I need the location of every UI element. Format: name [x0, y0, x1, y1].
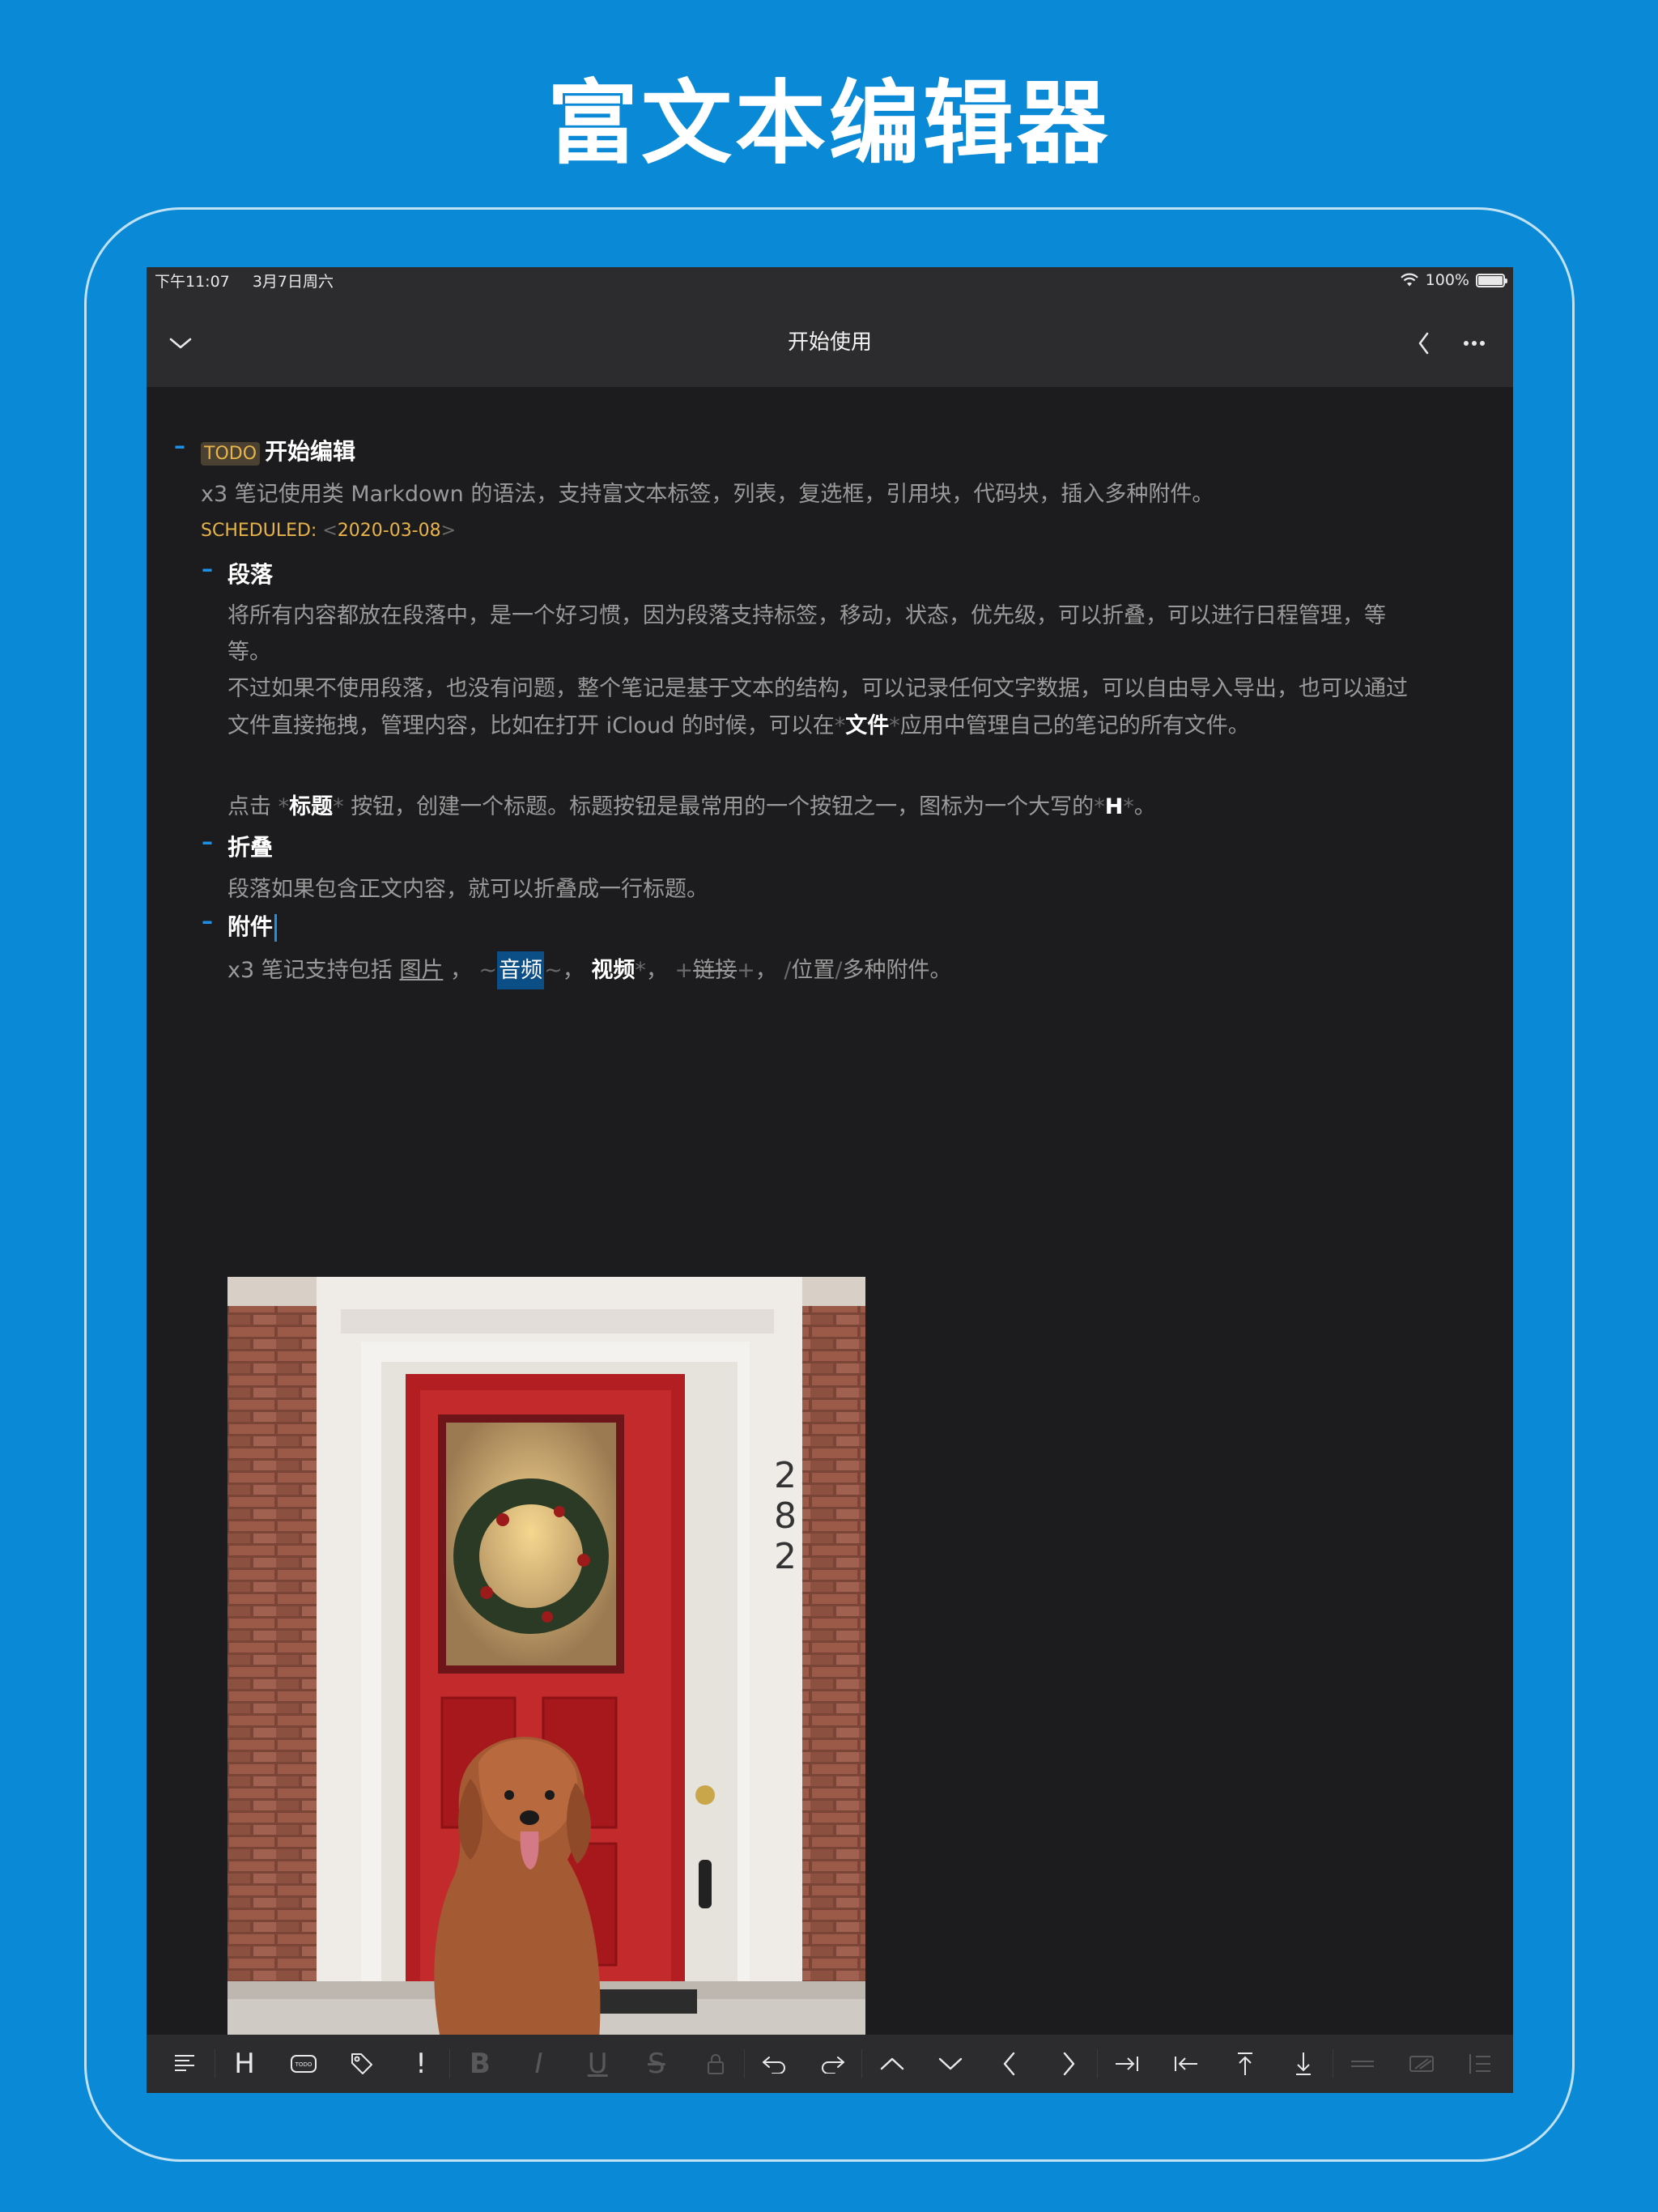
bold-button[interactable]: B — [450, 2035, 509, 2093]
svg-text:2: 2 — [774, 1455, 797, 1496]
undo-button[interactable] — [745, 2035, 804, 2093]
tag-icon — [351, 2053, 373, 2074]
chevron-down-icon — [939, 2057, 963, 2070]
list-icon — [1469, 2054, 1491, 2074]
arrow-to-top-icon — [1237, 2052, 1252, 2075]
attachments-line: x3 笔记支持包括 图片 ， ~音频~， 视频*， +链接+， /位置/多种附件… — [227, 951, 952, 989]
todo-button[interactable]: TODO — [274, 2035, 333, 2093]
redo-button[interactable] — [804, 2035, 863, 2093]
image-link[interactable]: 图片 — [399, 958, 443, 983]
lock-icon — [707, 2054, 724, 2074]
app-screen: 下午11:07 3月7日周六 100% 开始使用 – TODO 开始编辑 x3 … — [147, 267, 1513, 2093]
heading-icon: H — [234, 2048, 255, 2080]
redo-icon — [821, 2057, 844, 2074]
scheduled-date[interactable]: 2020-03-08 — [338, 521, 441, 541]
strikethrough-icon: S — [648, 2048, 665, 2080]
todo-icon: TODO — [290, 2055, 317, 2073]
nav-bar: 开始使用 — [147, 293, 1513, 387]
chevron-left-icon — [1003, 2052, 1015, 2076]
chevron-down-icon — [169, 338, 192, 349]
chevron-left-icon — [1418, 332, 1429, 355]
tag-button[interactable] — [333, 2035, 392, 2093]
move-bottom-button[interactable] — [1274, 2035, 1333, 2093]
indent-icon — [1116, 2057, 1139, 2071]
wifi-icon — [1400, 273, 1418, 287]
more-icon — [1464, 341, 1485, 346]
paragraph-line: 点击 *标题* 按钮，创建一个标题。标题按钮是最常用的一个按钮之一，图标为一个大… — [227, 794, 1156, 819]
heading-attachments[interactable]: 附件 — [227, 909, 278, 942]
strike-link: 链接 — [693, 958, 738, 983]
chevron-up-icon — [880, 2057, 903, 2070]
outdent-icon — [1175, 2057, 1198, 2071]
code-button[interactable] — [686, 2035, 745, 2093]
svg-text:TODO: TODO — [294, 2061, 312, 2068]
svg-text:8: 8 — [774, 1495, 797, 1537]
chevron-right-icon — [1063, 2052, 1074, 2076]
paragraph-line: 等。 — [227, 640, 271, 665]
bullet-marker[interactable]: – — [174, 432, 185, 459]
heading-start-editing[interactable]: TODO 开始编辑 — [201, 434, 355, 466]
horizontal-rule-icon — [1351, 2061, 1375, 2067]
back-button[interactable] — [1408, 327, 1440, 359]
battery-icon — [1476, 273, 1507, 287]
paragraph-line: 将所有内容都放在段落中，是一个好习惯，因为段落支持标签，移动，状态，优先级，可以… — [227, 603, 1386, 628]
bold-heading: 标题 — [289, 794, 334, 819]
scheduled-label: SCHEDULED: — [201, 521, 317, 541]
dog-photo-image: 2 8 2 — [227, 1277, 865, 2093]
outdent-button[interactable] — [1157, 2035, 1216, 2093]
bullet-marker[interactable]: – — [202, 828, 213, 855]
intro-paragraph: x3 笔记使用类 Markdown 的语法，支持富文本标签，列表，复选框，引用块… — [201, 482, 1214, 507]
priority-icon: ! — [415, 2048, 427, 2080]
bold-video: 视频 — [591, 958, 636, 983]
scheduled-line[interactable]: SCHEDULED: <2020-03-08> — [201, 521, 456, 541]
move-up-button[interactable] — [862, 2035, 921, 2093]
heading-button[interactable]: H — [215, 2035, 274, 2093]
code-block-icon — [1409, 2056, 1434, 2072]
heading-fold: 折叠 — [227, 834, 274, 861]
italic-icon: I — [534, 2048, 543, 2080]
text-cursor — [274, 914, 278, 942]
battery-percent: 100% — [1425, 271, 1469, 289]
paragraph-line: 段落如果包含正文内容，就可以折叠成一行标题。 — [227, 877, 708, 902]
bullet-marker[interactable]: – — [202, 555, 213, 582]
indent-button[interactable] — [1098, 2035, 1157, 2093]
move-top-button[interactable] — [1215, 2035, 1274, 2093]
cursor-left-button[interactable] — [980, 2035, 1039, 2093]
priority-button[interactable]: ! — [392, 2035, 451, 2093]
selected-audio[interactable]: 音频 — [497, 951, 545, 989]
cursor-right-button[interactable] — [1039, 2035, 1098, 2093]
move-down-button[interactable] — [921, 2035, 980, 2093]
strikethrough-button[interactable]: S — [627, 2035, 687, 2093]
location-text: 位置 — [791, 958, 835, 983]
heading-paragraph: 段落 — [227, 561, 274, 588]
status-time: 下午11:07 — [155, 272, 230, 291]
svg-text:2: 2 — [774, 1536, 797, 1577]
underline-button[interactable]: U — [568, 2035, 627, 2093]
collapse-button[interactable] — [164, 327, 197, 359]
arrow-to-bottom-icon — [1296, 2052, 1312, 2075]
code-block-button[interactable] — [1392, 2035, 1451, 2093]
note-title: 开始使用 — [787, 330, 872, 355]
promo-title: 富文本编辑器 — [547, 71, 1111, 177]
more-button[interactable] — [1458, 327, 1490, 359]
paragraph-line: 不过如果不使用段落，也没有问题，整个笔记是基于文本的结构，可以记录任何文字数据，… — [227, 676, 1408, 701]
divider-button[interactable] — [1333, 2035, 1392, 2093]
bold-files: 文件 — [845, 713, 890, 738]
paragraph-button[interactable] — [156, 2035, 215, 2093]
bold-h: H — [1104, 794, 1124, 819]
underline-icon: U — [587, 2048, 608, 2080]
bullet-marker[interactable]: – — [202, 908, 213, 934]
italic-button[interactable]: I — [509, 2035, 568, 2093]
status-date: 3月7日周六 — [252, 272, 334, 291]
undo-icon — [763, 2057, 786, 2074]
list-button[interactable] — [1451, 2035, 1510, 2093]
format-toolbar: H TODO ! B I U S — [147, 2035, 1513, 2093]
todo-badge[interactable]: TODO — [201, 442, 261, 466]
bold-icon: B — [469, 2048, 491, 2080]
heading-text: 开始编辑 — [265, 438, 356, 465]
status-bar: 下午11:07 3月7日周六 100% — [147, 267, 1513, 293]
paragraph-line: 文件直接拖拽，管理内容，比如在打开 iCloud 的时候，可以在*文件*应用中管… — [227, 713, 1250, 738]
align-left-icon — [175, 2055, 195, 2071]
photo-attachment[interactable]: 2 8 2 — [227, 1277, 865, 2093]
